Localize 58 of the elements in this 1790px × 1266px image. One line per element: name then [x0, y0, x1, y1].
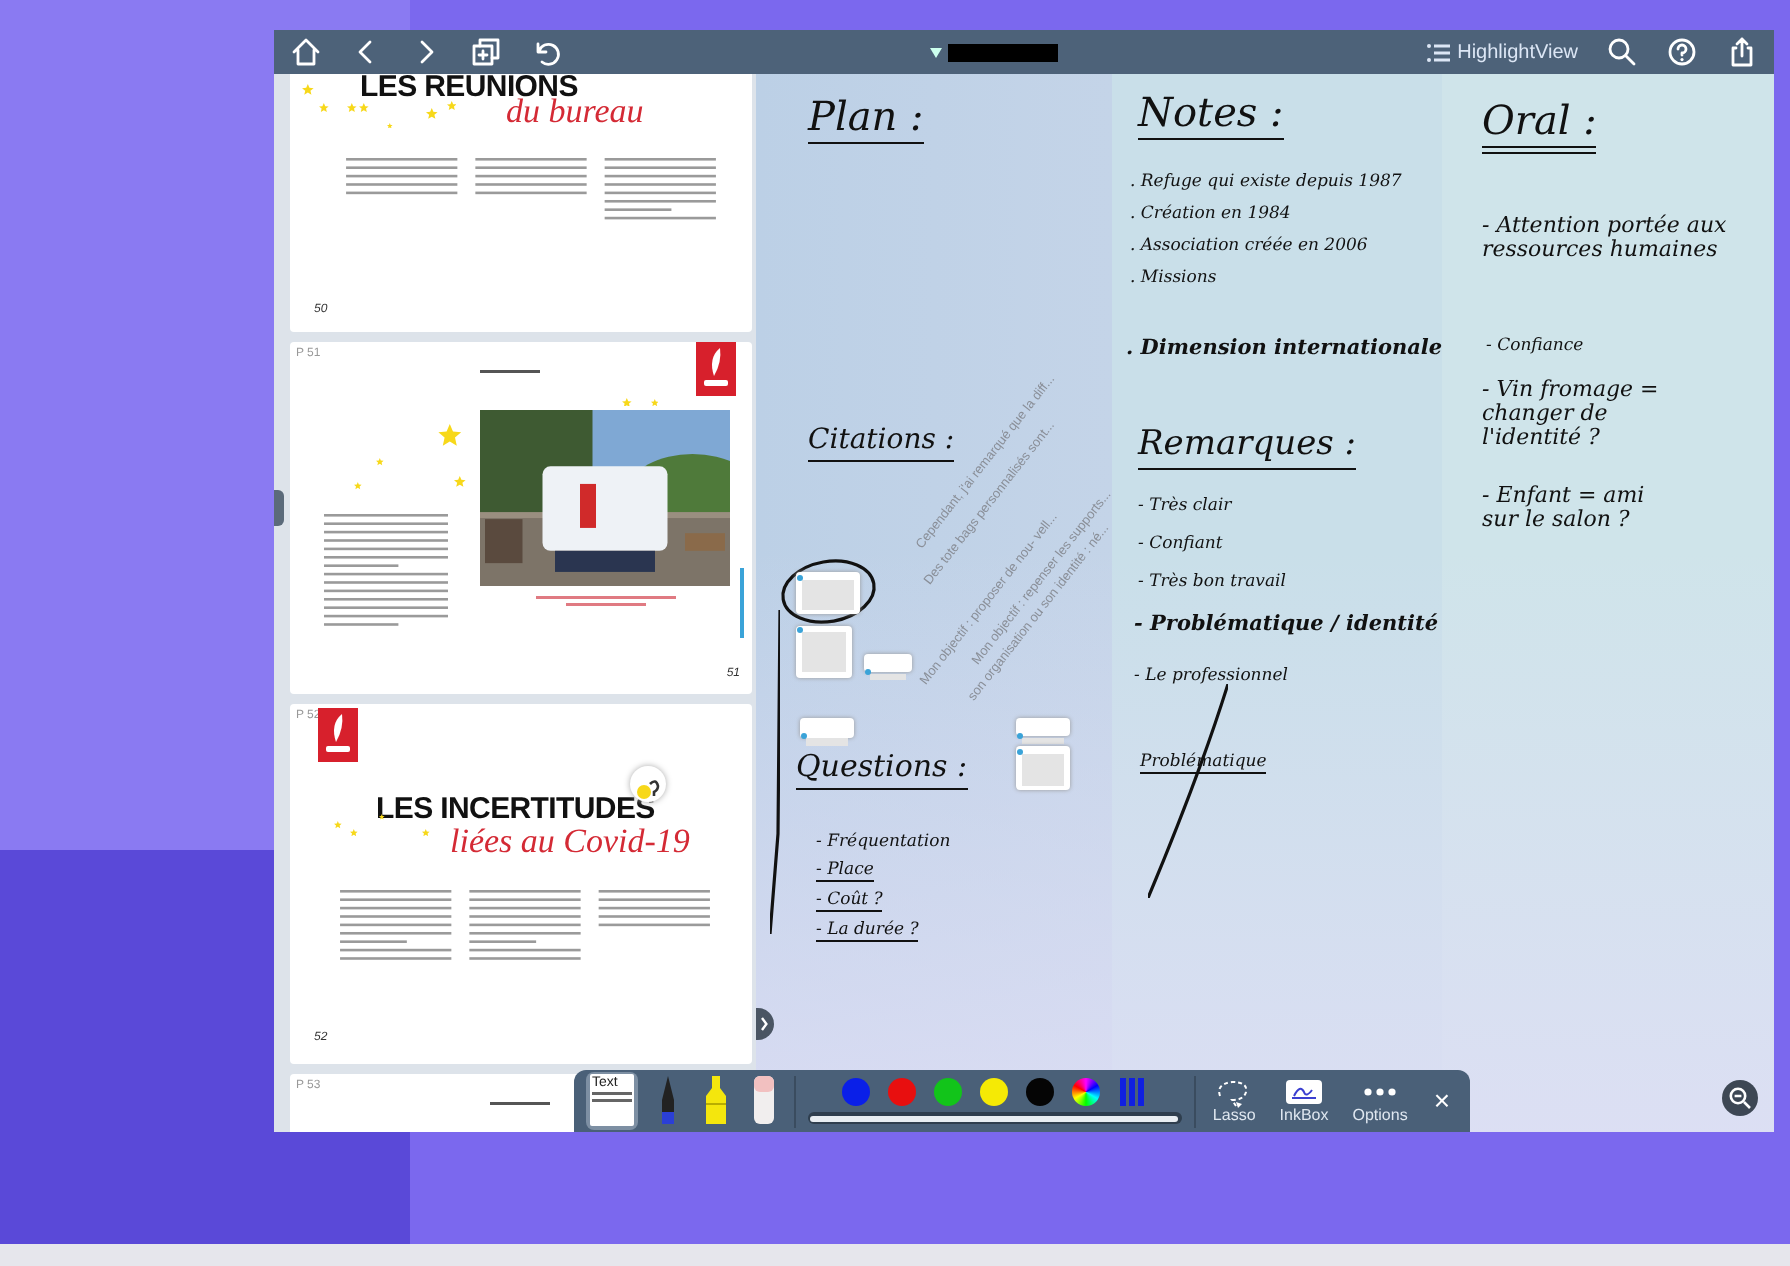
color-swatch[interactable] [1026, 1078, 1055, 1106]
options-button[interactable]: Options [1346, 1077, 1414, 1125]
handwritten-note: - Le professionnel [1134, 668, 1289, 687]
handwritten-note: - La durée ? [816, 922, 919, 943]
handwritten-note: - Très bon travail [1138, 574, 1286, 593]
home-icon[interactable] [290, 36, 322, 68]
stars-drawing [621, 397, 658, 406]
handwritten-note: - Problématique / identité [1134, 614, 1439, 638]
handwritten-note: - Très clair [1138, 498, 1232, 517]
highlighter-icon [702, 1072, 731, 1126]
inkbox-button[interactable]: InkBox [1273, 1077, 1335, 1125]
share-icon[interactable] [1726, 36, 1758, 68]
photo-caption-drawing [536, 596, 676, 606]
inkbox-icon [1284, 1077, 1325, 1108]
lasso-button[interactable]: Lasso [1206, 1077, 1262, 1125]
page-title: LES INCERTITUDES [376, 794, 655, 824]
dropdown-icon[interactable] [929, 47, 942, 57]
help-icon[interactable] [1666, 36, 1698, 68]
page-subtitle: du bureau [506, 94, 644, 128]
eraser-icon [750, 1072, 779, 1126]
stars-drawing [354, 424, 466, 490]
search-icon[interactable] [1606, 36, 1638, 68]
side-tab[interactable] [274, 490, 284, 526]
handwritten-note: - Fréquentation [816, 834, 951, 853]
handwritten-heading: Remarques : [1138, 426, 1356, 470]
color-swatch[interactable] [842, 1078, 871, 1106]
handwritten-note: - Place [816, 862, 874, 883]
color-swatch[interactable] [980, 1078, 1009, 1106]
page-subtitle: liées au Covid-19 [450, 824, 690, 858]
handwritten-heading: Notes : [1138, 90, 1284, 140]
handwritten-heading: Citations : [808, 426, 955, 463]
color-swatch[interactable] [888, 1078, 917, 1106]
handwritten-note: - Confiance [1486, 338, 1584, 357]
pages-icon[interactable] [470, 36, 502, 68]
handwritten-note: - Coût ? [816, 892, 883, 913]
color-swatch[interactable] [934, 1078, 963, 1106]
handwritten-note: . Création en 1984 [1130, 206, 1291, 225]
handwritten-note: - Vin fromage = changer de l'identité ? [1482, 378, 1661, 451]
handwritten-note: - Confiant [1138, 536, 1223, 555]
handwritten-heading: Plan : [808, 94, 924, 144]
handwritten-note: . Dimension internationale [1126, 338, 1443, 362]
handwritten-note: . Missions [1130, 270, 1217, 289]
handwritten-note: . Association créée en 2006 [1130, 238, 1368, 257]
highlight-view-button[interactable]: HighlightView [1425, 37, 1578, 67]
list-icon [1425, 41, 1450, 63]
handwritten-heading: Questions : [796, 750, 968, 789]
scroll-indicator [740, 568, 744, 638]
ink-circle [777, 554, 879, 630]
text-lines-icon [592, 1090, 632, 1103]
handwritten-note: - Attention portée aux ressources humaines [1482, 214, 1729, 263]
color-picker[interactable] [1072, 1078, 1101, 1106]
handwritten-note: . Refuge qui existe depuis 1987 [1130, 174, 1402, 193]
handwritten-note: - Enfant = ami sur le salon ? [1482, 484, 1647, 533]
close-button[interactable]: × [1425, 1080, 1459, 1122]
redaction-bar [947, 43, 1058, 61]
body-text-drawing [324, 514, 448, 626]
zoom-out-button[interactable] [1722, 1080, 1758, 1116]
handwritten-heading: Oral : [1482, 98, 1597, 154]
